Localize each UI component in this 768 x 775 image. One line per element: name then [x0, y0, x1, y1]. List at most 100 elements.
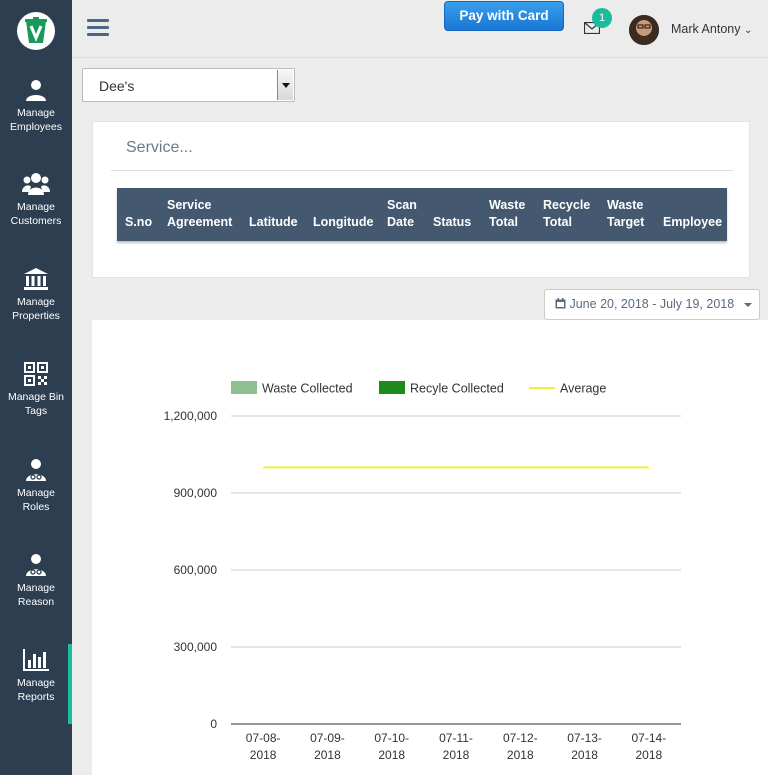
chart-canvas: 0 300,000 600,000 900,000 1,200,000 07-08-201…	[164, 381, 681, 762]
site-select[interactable]: Dee's	[82, 68, 295, 102]
notification-badge: 1	[592, 8, 612, 28]
panel-title: Service...	[126, 139, 193, 156]
user-icon	[26, 80, 46, 101]
sidebar-item-label: Tags	[24, 405, 48, 417]
column-header-line: Service	[167, 198, 212, 212]
user-md-icon	[26, 554, 46, 576]
user-md-icon	[26, 459, 46, 481]
legend-label: Waste Collected	[262, 382, 353, 396]
x-tick-label: 07-14-2018	[632, 731, 667, 762]
sidebar-item-roles[interactable]: Manage Roles	[0, 458, 72, 538]
column-header-line: Target	[607, 215, 645, 229]
user-name: Mark Antony	[671, 22, 741, 36]
column-header-line: Waste	[607, 198, 644, 212]
avatar[interactable]	[629, 15, 659, 45]
column-header-line: Scan	[387, 198, 417, 212]
bar-chart-icon	[23, 649, 49, 671]
sidebar-item-label: Manage	[17, 487, 55, 499]
column-header-line: Status	[433, 215, 472, 229]
sidebar-item-label: Manage Bin	[7, 391, 65, 403]
dropdown-arrow-icon[interactable]	[277, 70, 293, 100]
x-tick-label: 07-12-2018	[503, 731, 538, 762]
column-header-line	[313, 197, 373, 214]
sidebar-item-label: Manage	[17, 296, 55, 308]
column-header-line: S.no	[125, 215, 153, 229]
column-header-line: Longitude	[313, 215, 374, 229]
y-tick-label: 600,000	[174, 563, 218, 577]
app-logo[interactable]	[17, 12, 55, 50]
column-header-line	[433, 197, 471, 214]
x-tick-label: 07-13-2018	[567, 731, 602, 762]
column-header-line: Waste	[489, 198, 526, 212]
y-tick-label: 900,000	[174, 486, 218, 500]
legend-label: Recyle Collected	[410, 382, 504, 396]
y-tick-label: 1,200,000	[164, 409, 218, 423]
sidebar-item-employees[interactable]: Manage Employees	[0, 78, 72, 158]
column-header-employee[interactable]: Employee	[663, 197, 722, 231]
divider	[111, 170, 733, 171]
legend-swatch	[379, 381, 405, 394]
qrcode-icon	[24, 362, 48, 386]
column-header-line: Total	[543, 215, 572, 229]
column-header-service-agreement[interactable]: Service Agreement	[167, 197, 232, 231]
column-header-longitude[interactable]: Longitude	[313, 197, 373, 231]
sidebar-item-label: Manage	[17, 582, 55, 594]
column-header-line: Total	[489, 215, 518, 229]
y-tick-label: 300,000	[174, 640, 218, 654]
building-icon	[24, 268, 48, 290]
sidebar-item-customers[interactable]: Manage Customers	[0, 172, 72, 252]
column-header-waste-total[interactable]: Waste Total	[489, 197, 525, 231]
x-tick-label: 07-08-2018	[246, 731, 281, 762]
caret-down-icon	[743, 302, 752, 307]
report-chart: 0 300,000 600,000 900,000 1,200,000 07-08-201…	[92, 320, 768, 775]
top-bar: Pay with Card 1 Mark Antony ⌄	[72, 0, 768, 58]
legend-label: Average	[560, 382, 606, 396]
recycle-bin-logo-icon	[25, 17, 47, 43]
column-header-line: Date	[387, 215, 415, 229]
column-header-status[interactable]: Status	[433, 197, 471, 231]
calendar-icon	[555, 298, 566, 309]
sidebar-item-label: Reports	[17, 691, 55, 703]
column-header-line: Agreement	[167, 215, 233, 229]
menu-toggle-icon[interactable]	[87, 19, 109, 37]
column-header-sno[interactable]: S.no	[125, 197, 152, 231]
pay-with-card-button[interactable]: Pay with Card	[444, 1, 564, 31]
user-menu[interactable]: Mark Antony ⌄	[671, 22, 752, 36]
column-header-line: Recycle	[543, 198, 591, 212]
user-avatar-icon	[629, 15, 659, 45]
sidebar: Manage Employees Manage Customers Manage…	[0, 0, 72, 775]
sidebar-item-properties[interactable]: Manage Properties	[0, 267, 72, 347]
column-header-scan-date[interactable]: Scan Date	[387, 197, 417, 231]
sidebar-item-label: Customers	[10, 215, 62, 227]
date-range-text: June 20, 2018 - July 19, 2018	[569, 297, 735, 311]
sidebar-item-label: Manage	[17, 201, 55, 213]
x-tick-label: 07-11-2018	[439, 731, 473, 762]
column-header-waste-target[interactable]: Waste Target	[607, 197, 644, 231]
table-header: S.no Service Agreement Latitude Longitud…	[117, 188, 727, 241]
users-icon	[22, 173, 50, 195]
sidebar-item-label: Properties	[12, 310, 60, 322]
sidebar-item-reason[interactable]: Manage Reason	[0, 553, 72, 633]
column-header-line	[663, 197, 722, 214]
column-header-line	[125, 197, 152, 214]
sidebar-item-label: Reason	[17, 596, 55, 608]
legend-swatch	[231, 381, 257, 394]
sidebar-item-label: Employees	[10, 121, 62, 133]
column-header-latitude[interactable]: Latitude	[249, 197, 298, 231]
date-range-picker[interactable]: June 20, 2018 - July 19, 2018	[544, 289, 760, 320]
service-panel: Service... S.no Service Agreement Latitu…	[92, 121, 750, 278]
column-header-recycle-total[interactable]: Recycle Total	[543, 197, 590, 231]
sidebar-item-label: Manage	[17, 107, 55, 119]
site-select-value: Dee's	[99, 78, 135, 94]
column-header-line: Latitude	[249, 215, 298, 229]
sidebar-item-bin-tags[interactable]: Manage Bin Tags	[0, 362, 72, 442]
x-tick-label: 07-09-2018	[310, 731, 345, 762]
chevron-down-icon: ⌄	[743, 25, 753, 36]
column-header-line: Employee	[663, 215, 723, 229]
sidebar-item-label: Roles	[22, 501, 50, 513]
x-tick-label: 07-10-2018	[374, 731, 409, 762]
column-header-line	[249, 197, 298, 214]
sidebar-item-label: Manage	[17, 677, 55, 689]
sidebar-item-reports[interactable]: Manage Reports	[0, 644, 72, 728]
y-tick-label: 0	[210, 717, 217, 731]
